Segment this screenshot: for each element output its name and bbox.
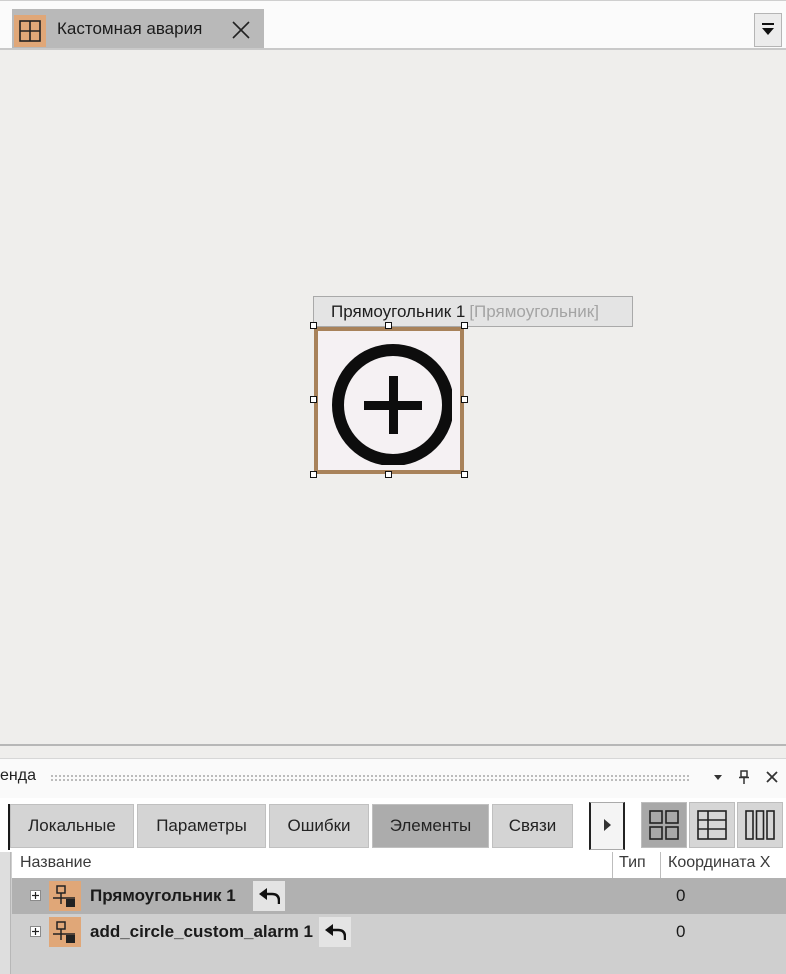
link-arrow-icon[interactable]: [319, 917, 351, 947]
close-icon[interactable]: [762, 767, 782, 787]
tab-parameters[interactable]: Параметры: [137, 804, 266, 848]
close-icon[interactable]: [232, 21, 250, 39]
elements-grid: Название Тип Координата X Прямоугольник …: [0, 852, 786, 974]
tiles-view-icon[interactable]: [641, 802, 687, 848]
column-header-x[interactable]: Координата X: [668, 854, 770, 872]
column-divider[interactable]: [612, 852, 613, 878]
resize-handle-bottom[interactable]: [385, 471, 392, 478]
column-header-name[interactable]: Название: [20, 854, 92, 872]
columns-view-icon[interactable]: [737, 802, 783, 848]
properties-panel: енда Локальные Параметры Ошибки Элементы…: [0, 746, 786, 974]
row-coordinate-x: 0: [676, 922, 686, 941]
grid-icon: [14, 15, 46, 47]
selection-name: Прямоугольник 1: [331, 302, 466, 321]
selection-label: Прямоугольник 1 [Прямоугольник]: [313, 296, 633, 327]
row-name: add_circle_custom_alarm 1: [90, 922, 314, 941]
tab-links[interactable]: Связи: [492, 804, 573, 848]
chevron-down-icon[interactable]: [708, 767, 728, 787]
document-tab[interactable]: Кастомная авария: [12, 9, 264, 49]
grid-header: Название Тип Координата X: [12, 852, 786, 880]
resize-handle-bottom-right[interactable]: [461, 471, 468, 478]
add-circle-icon: [332, 344, 452, 465]
column-header-type[interactable]: Тип: [619, 854, 646, 872]
element-icon: [49, 917, 81, 947]
table-row[interactable]: add_circle_custom_alarm 1 0: [12, 914, 786, 950]
resize-handle-top-right[interactable]: [461, 322, 468, 329]
table-row[interactable]: Прямоугольник 1 0: [12, 878, 786, 914]
panel-drag-grip[interactable]: [50, 774, 690, 782]
table-view-icon[interactable]: [689, 802, 735, 848]
tab-elements[interactable]: Элементы: [372, 804, 489, 848]
tab-scroll-left-edge: [0, 804, 10, 850]
panel-header: енда: [0, 758, 786, 799]
resize-handle-top-left[interactable]: [310, 322, 317, 329]
document-tab-title: Кастомная авария: [57, 19, 203, 38]
row-coordinate-x: 0: [676, 886, 686, 905]
resize-handle-right[interactable]: [461, 396, 468, 403]
panel-title: енда: [0, 767, 36, 784]
panel-tabbar: Локальные Параметры Ошибки Элементы Связ…: [0, 798, 786, 852]
resize-handle-top[interactable]: [385, 322, 392, 329]
link-arrow-icon[interactable]: [253, 881, 285, 911]
selection-type: [Прямоугольник]: [469, 302, 599, 321]
expand-icon[interactable]: [30, 926, 41, 937]
expand-icon[interactable]: [30, 890, 41, 901]
resize-handle-left[interactable]: [310, 396, 317, 403]
dropdown-menu-icon[interactable]: [754, 13, 782, 47]
row-name: Прямоугольник 1: [90, 886, 236, 905]
document-tab-strip: Кастомная авария: [0, 0, 786, 50]
tab-scroll-right-button[interactable]: [589, 802, 625, 850]
column-divider[interactable]: [660, 852, 661, 878]
resize-handle-bottom-left[interactable]: [310, 471, 317, 478]
grid-left-gutter: [0, 852, 11, 974]
element-icon: [49, 881, 81, 911]
tab-errors[interactable]: Ошибки: [269, 804, 369, 848]
pin-icon[interactable]: [734, 767, 754, 787]
tab-locals[interactable]: Локальные: [10, 804, 134, 848]
rectangle-shape[interactable]: [314, 327, 464, 474]
